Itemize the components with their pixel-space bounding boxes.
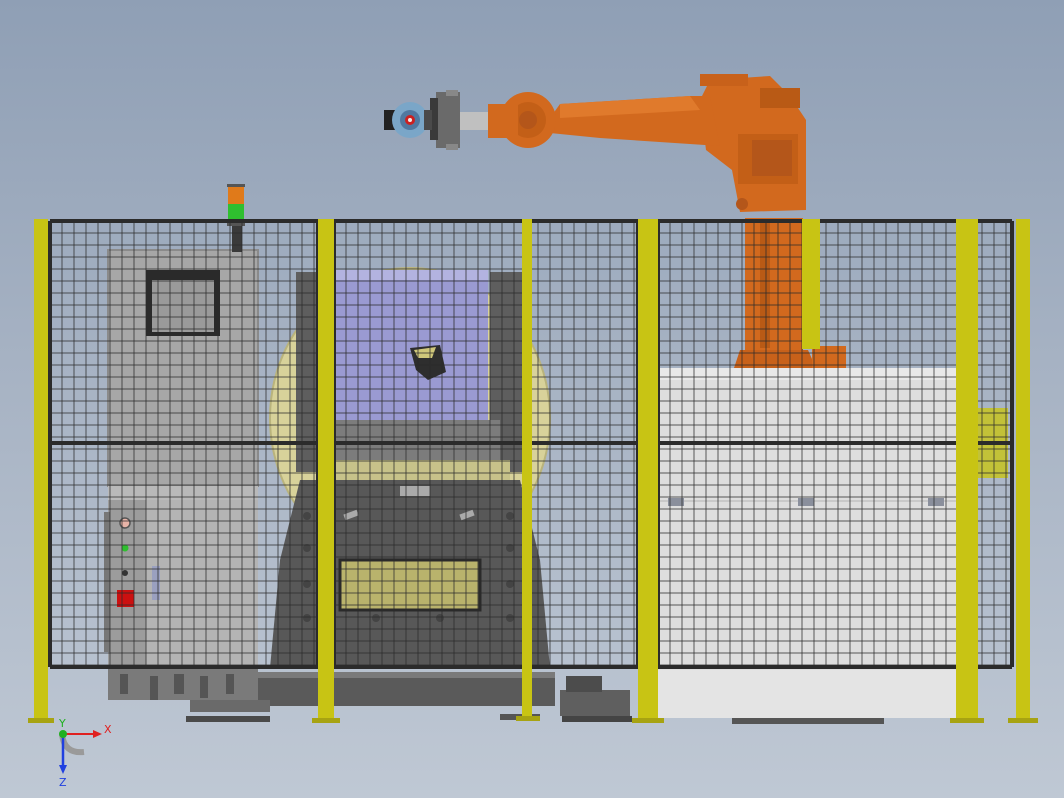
indicator-light-black xyxy=(122,570,128,576)
y-axis-icon xyxy=(59,730,67,738)
x-axis-label: X xyxy=(104,723,112,736)
welding-positioner xyxy=(269,267,551,668)
conveyor-table xyxy=(658,368,1008,724)
cad-viewport[interactable]: X Y Z xyxy=(0,0,1064,798)
robot-cell-scene xyxy=(28,74,1038,724)
z-axis-label: Z xyxy=(59,776,67,788)
axis-triad: X Y Z xyxy=(58,718,112,788)
indicator-light-green xyxy=(121,544,129,552)
y-axis-label: Y xyxy=(58,718,66,730)
